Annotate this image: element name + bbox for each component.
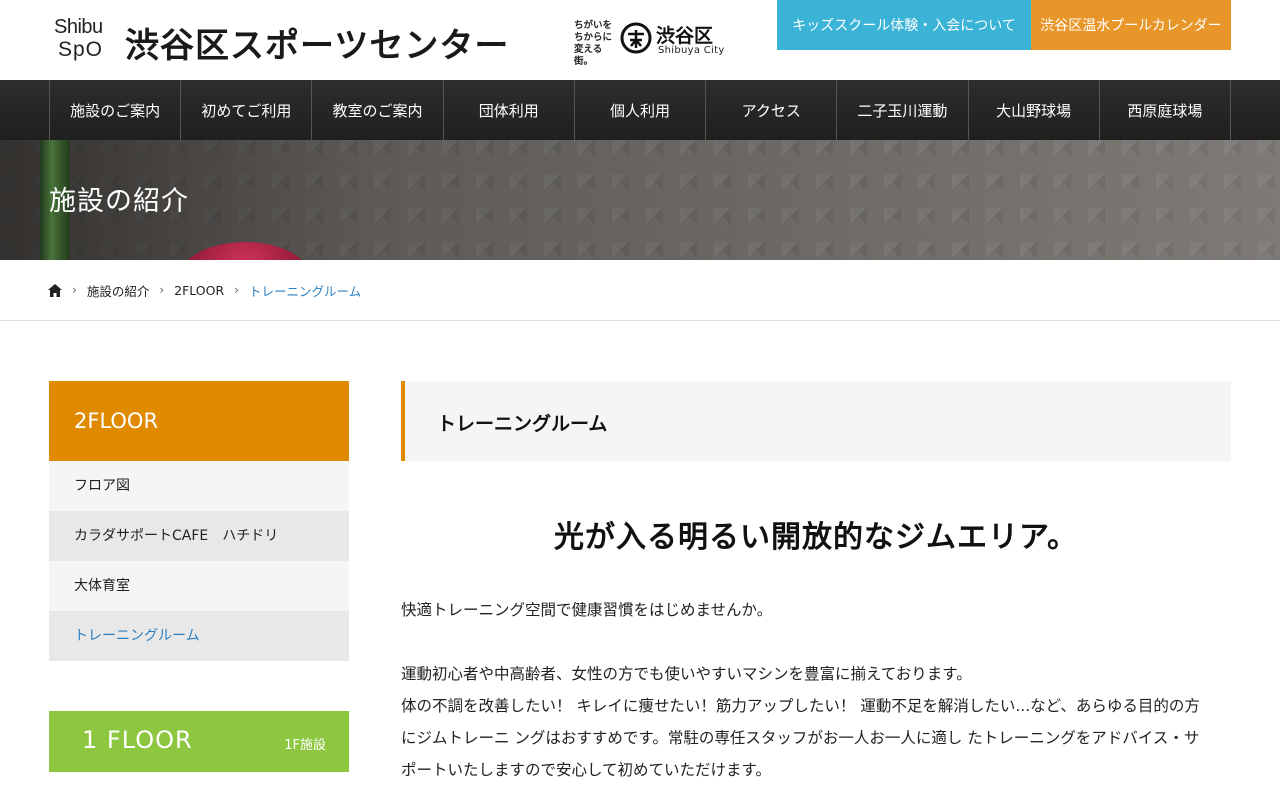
global-nav: 施設のご案内 初めてご利用 教室のご案内 団体利用 個人利用 アクセス 二子玉川… [0,80,1280,140]
body-line-1: 運動初心者や中高齢者、女性の方でも使いやすいマシンを豊富に揃えております。 [401,665,972,683]
nav-item-futako[interactable]: 二子玉川運動 [836,80,967,140]
kids-school-button[interactable]: キッズスクール体験・入会について [777,0,1031,50]
nav-item-oyama[interactable]: 大山野球場 [967,80,1099,140]
breadcrumb-item-facility[interactable]: 施設の紹介 [87,281,150,300]
body-line-2: 体の不調を改善したい！ キレイに痩せたい！筋力アップしたい！ 運動不足を解消した… [401,697,1200,715]
sidebar-item-training-room[interactable]: トレーニングルーム [49,611,349,661]
city-name-en: Shibuya City [658,45,725,56]
nav-item-nishihara[interactable]: 西原庭球場 [1098,80,1231,140]
city-tagline: ちがいを ちからに 変える街。 [574,20,613,67]
body-line-4: ポートいたしますので安心して初めていただけます。 [401,761,771,779]
body-line-3: にジムトレーニ ングはおすすめです。常駐の専任スタッフがお一人お一人に適し たト… [401,729,1200,747]
sidebar-heading: 2FLOOR [49,381,349,461]
sidebar-item-main-gym[interactable]: 大体育室 [49,561,349,611]
breadcrumb-item-floor[interactable]: 2FLOOR [174,283,224,298]
breadcrumb: › 施設の紹介 › 2FLOOR › トレーニングルーム [0,260,1280,321]
logo-line1: Shibu [54,16,103,38]
sidebar-item-cafe[interactable]: カラダサポートCAFE ハチドリ [49,511,349,561]
hero-banner: 施設の紹介 [0,140,1280,260]
nav-item-access[interactable]: アクセス [705,80,836,140]
nav-item-first-time[interactable]: 初めてご利用 [180,80,311,140]
content-heading-box: トレーニングルーム [401,381,1231,461]
sidebar-item-floor-map[interactable]: フロア図 [49,461,349,511]
shibuya-seal-icon [620,22,652,54]
chevron-right-icon: › [159,283,165,297]
site-header: Shibu SpO 渋谷区スポーツセンター ちがいを ちからに 変える街。 渋谷… [0,0,1280,80]
logo-line2: SpO [58,38,104,61]
nav-item-group-use[interactable]: 団体利用 [442,80,574,140]
page-title: トレーニングルーム [437,413,608,435]
hero-title: 施設の紹介 [49,186,189,217]
hero-ball-decoration [180,242,310,260]
chevron-right-icon: › [234,283,239,297]
intro-paragraph: 快適トレーニング空間で健康習慣をはじめませんか。 [401,601,773,619]
chevron-right-icon: › [72,283,77,297]
site-logo[interactable]: Shibu SpO [54,16,116,62]
floor-banner-label: 1 FLOOR [82,726,193,754]
home-icon[interactable] [48,283,62,297]
breadcrumb-current: トレーニングルーム [248,283,362,299]
city-name: 渋谷区 [656,25,714,47]
site-title[interactable]: 渋谷区スポーツセンター [125,18,509,67]
nav-item-personal-use[interactable]: 個人利用 [573,80,705,140]
catch-copy: 光が入る明るい開放的なジムエリア。 [554,520,1078,555]
floor-banner-sub: 1F施設 [284,738,326,753]
floor-1-banner[interactable]: 1 FLOOR 1F施設 [49,711,349,772]
nav-item-facility[interactable]: 施設のご案内 [49,80,180,140]
pool-calendar-button[interactable]: 渋谷区温水プールカレンダー [1031,0,1231,50]
nav-item-classes[interactable]: 教室のご案内 [311,80,442,140]
